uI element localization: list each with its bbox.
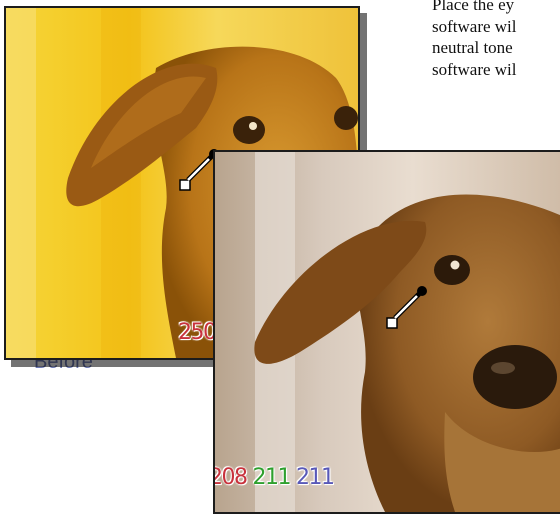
red-value: 208 [215, 465, 248, 490]
article-line: neutral tone [432, 38, 513, 57]
after-dog-image [215, 152, 560, 512]
article-line: software wil [432, 59, 517, 79]
green-value: 211 [252, 465, 292, 490]
after-rgb-readout: 208211211 [215, 465, 340, 490]
red-value: 250 [178, 320, 217, 345]
after-photo: 208211211 [213, 150, 560, 514]
blue-value: 211 [296, 465, 335, 490]
article-line: Place the ey [432, 0, 515, 14]
article-line: software wil [432, 16, 517, 36]
article-text: Place the ey software wil neutral tone s… [432, 0, 560, 80]
